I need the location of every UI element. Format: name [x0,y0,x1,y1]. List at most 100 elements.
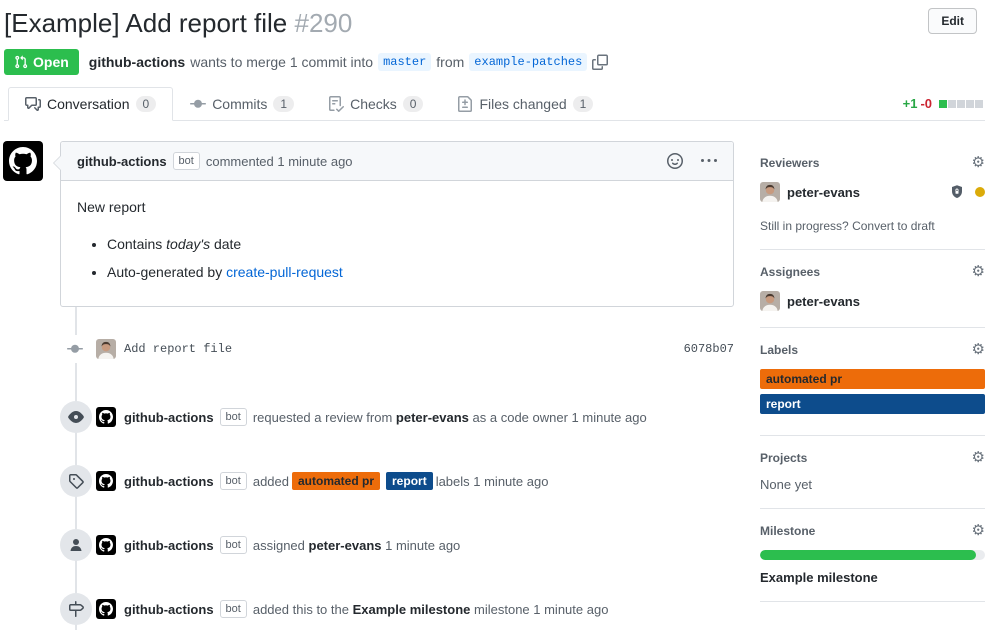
reviewer-status [949,184,985,200]
event-author[interactable]: github-actions [124,602,214,617]
commit-row: Add report file 6078b07 [4,337,734,361]
event-author[interactable]: github-actions [124,538,214,553]
labels-heading: Labels [760,343,798,357]
tab-counter: 1 [273,96,294,112]
github-actions-avatar[interactable] [3,141,43,181]
tab-checks[interactable]: Checks 0 [311,87,440,121]
bot-badge: bot [173,152,200,170]
reviewer-avatar[interactable] [760,182,780,202]
bullet-text: Auto-generated by [107,264,226,280]
create-pull-request-link[interactable]: create-pull-request [226,264,343,280]
projects-heading: Projects [760,451,807,465]
octocat-icon [99,474,113,488]
person-icon [60,529,92,561]
event-tail: milestone 1 minute ago [474,602,608,617]
base-branch-label[interactable]: master [378,53,431,71]
comment-author[interactable]: github-actions [77,154,167,169]
bullet-text: date [210,236,241,252]
comment-body: New report Contains today's date Auto-ge… [61,181,733,306]
event-author[interactable]: github-actions [124,410,214,425]
tab-label: Checks [350,96,397,112]
event-actor[interactable]: peter-evans [396,410,469,425]
gear-icon[interactable]: ⚙ [972,264,985,279]
diffstat-block [939,100,947,108]
pr-title-text: [Example] Add report file [4,8,287,38]
tab-commits[interactable]: Commits 1 [173,87,311,121]
conversation-column: github-actions bot commented 1 minute ag… [4,141,734,625]
gear-icon[interactable]: ⚙ [972,523,985,538]
pull-request-page: [Example] Add report file #290 Edit Open… [0,0,985,630]
convert-to-draft-link[interactable]: Convert to draft [852,219,935,233]
projects-empty-text: None yet [760,477,985,492]
pr-description-comment: github-actions bot commented 1 minute ag… [4,141,734,307]
tag-icon [60,465,92,497]
assignees-header: Assignees ⚙ [760,264,985,279]
event-milestone-added: github-actions bot added this to the Exa… [4,593,734,625]
tab-files-changed[interactable]: Files changed 1 [440,87,610,121]
projects-section: Projects ⚙ None yet [760,436,985,509]
comment-intro: New report [77,197,717,218]
event-actor[interactable]: peter-evans [309,538,382,553]
assignee-row: peter-evans [760,291,985,311]
octocat-icon [99,410,113,424]
diffstat-block [966,100,974,108]
commit-message-link[interactable]: Add report file [124,342,232,356]
github-actions-avatar[interactable] [96,535,116,555]
diffstat: +1 -0 [903,87,985,120]
gear-icon[interactable]: ⚙ [972,155,985,170]
edit-button[interactable]: Edit [928,8,977,34]
kebab-menu-icon[interactable] [701,153,717,169]
event-text: requested a review from [253,410,392,425]
bot-badge: bot [220,472,247,490]
pr-author[interactable]: github-actions [89,54,185,70]
event-text: added this to the [253,602,349,617]
head-branch-label[interactable]: example-patches [469,53,587,71]
tab-counter: 0 [403,96,424,112]
github-actions-avatar[interactable] [96,471,116,491]
event-milestone-name[interactable]: Example milestone [353,602,471,617]
copy-branch-icon[interactable] [592,54,608,70]
milestone-name[interactable]: Example milestone [760,570,985,585]
bot-badge: bot [220,536,247,554]
label-automated-pr[interactable]: automated pr [292,472,380,490]
assignee-avatar[interactable] [760,291,780,311]
labels-section: Labels ⚙ automated pr report [760,328,985,436]
tab-label: Files changed [479,96,566,112]
milestone-section: Milestone ⚙ Example milestone [760,509,985,602]
event-author[interactable]: github-actions [124,474,214,489]
event-text: added [253,474,289,489]
diffstat-blocks [938,100,983,108]
label-report[interactable]: report [386,472,433,490]
commit-sha[interactable]: 6078b07 [684,342,734,356]
reviewers-heading: Reviewers [760,156,819,170]
label-automated-pr[interactable]: automated pr [760,369,985,389]
smiley-reaction-icon[interactable] [667,153,683,169]
committer-avatar[interactable] [96,339,116,359]
event-review-requested: github-actions bot requested a review fr… [4,401,734,433]
event-text: assigned [253,538,305,553]
milestone-progress-fill [760,550,976,560]
pr-content: github-actions bot commented 1 minute ag… [4,121,985,625]
comment-header: github-actions bot commented 1 minute ag… [61,142,733,181]
diffstat-additions: +1 [903,96,918,111]
event-labels-added: github-actions bot added automated pr re… [4,465,734,497]
gear-icon[interactable]: ⚙ [972,450,985,465]
diffstat-block [948,100,956,108]
label-report[interactable]: report [760,394,985,414]
github-actions-avatar[interactable] [96,599,116,619]
convert-to-draft-hint: Still in progress? Convert to draft [760,219,985,233]
comment-box: github-actions bot commented 1 minute ag… [60,141,734,307]
tab-counter: 0 [136,96,157,112]
milestone-progress-bar [760,550,985,560]
comment-bullet-list: Contains today's date Auto-generated by … [77,234,717,283]
event-tail: labels 1 minute ago [436,474,549,489]
reviewer-name[interactable]: peter-evans [787,185,860,200]
file-diff-icon [457,96,473,112]
tab-conversation[interactable]: Conversation 0 [8,87,173,121]
gear-icon[interactable]: ⚙ [972,342,985,357]
pr-number: #290 [295,8,353,38]
shield-lock-icon [949,184,965,200]
milestone-heading: Milestone [760,524,815,538]
assignee-name[interactable]: peter-evans [787,294,860,309]
github-actions-avatar[interactable] [96,407,116,427]
